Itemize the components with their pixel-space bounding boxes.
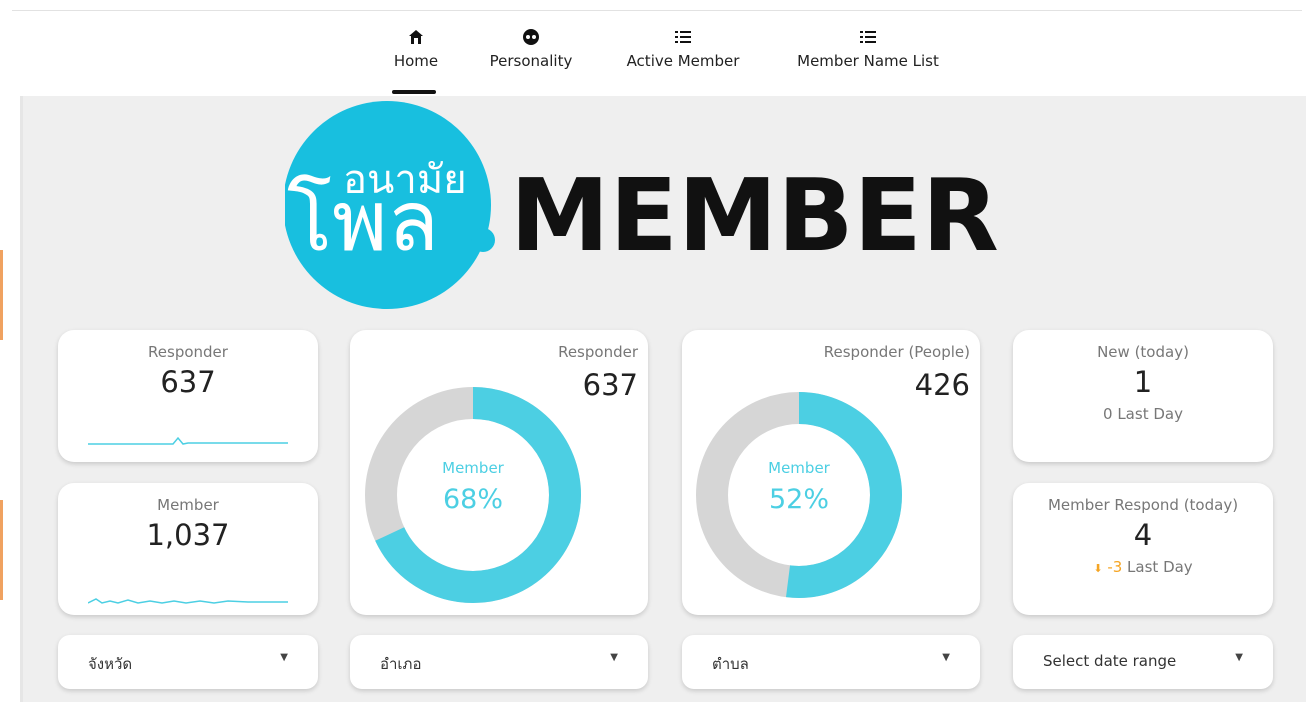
- province-dropdown[interactable]: จังหวัด ▼: [58, 635, 318, 689]
- donut-center-label: Member: [442, 459, 505, 477]
- responder-donut-title: Responder: [558, 343, 638, 361]
- home-icon: [390, 26, 442, 48]
- top-divider: [12, 10, 1302, 11]
- responder-donut-card: Responder 637 Member 68%: [350, 330, 648, 615]
- responder-value: 637: [160, 365, 216, 399]
- responder-people-value: 426: [914, 368, 970, 402]
- face-icon: [482, 26, 580, 48]
- subdistrict-dropdown[interactable]: ตำบล ▼: [682, 635, 980, 689]
- tab-active-member[interactable]: Active Member: [618, 26, 748, 70]
- member-title: Member: [157, 496, 219, 514]
- responder-card: Responder 637: [58, 330, 318, 462]
- date-range-dropdown[interactable]: Select date range ▼: [1013, 635, 1273, 689]
- left-accent-mark: [0, 500, 3, 600]
- member-respond-value: 4: [1133, 518, 1153, 552]
- left-gutter: [0, 96, 20, 702]
- member-card: Member 1,037: [58, 483, 318, 615]
- top-nav: Home Personality Active Member Member Na…: [0, 26, 1306, 96]
- responder-donut-chart: Member 68%: [365, 387, 581, 603]
- new-today-card: New (today) 1 0 Last Day: [1013, 330, 1273, 462]
- left-accent-mark: [0, 250, 3, 340]
- responder-donut-value: 637: [582, 368, 638, 402]
- member-respond-delta: -3: [1107, 558, 1123, 576]
- list-icon: [786, 26, 950, 48]
- tab-member-name-list-label: Member Name List: [797, 52, 939, 70]
- logo-thai-text: โพล: [287, 172, 439, 270]
- member-value: 1,037: [146, 518, 230, 552]
- responder-people-title: Responder (People): [823, 343, 970, 361]
- dropdown-arrow-icon: ▼: [280, 652, 288, 663]
- province-dropdown-value: จังหวัด: [88, 655, 133, 673]
- new-today-value: 1: [1133, 365, 1153, 399]
- responder-sparkline: [88, 436, 288, 445]
- member-sparkline: [88, 598, 288, 604]
- new-today-title: New (today): [1097, 343, 1189, 361]
- tab-personality-label: Personality: [489, 52, 573, 70]
- tab-active-member-label: Active Member: [626, 52, 740, 70]
- member-respond-title: Member Respond (today): [1047, 496, 1239, 514]
- responder-people-donut-chart: Member 52%: [696, 392, 902, 598]
- tab-member-name-list[interactable]: Member Name List: [786, 26, 950, 70]
- dropdown-arrow-icon: ▼: [942, 652, 950, 663]
- district-dropdown-value: อำเภอ: [380, 655, 422, 673]
- tab-home[interactable]: Home: [390, 26, 442, 70]
- dropdown-arrow-icon: ▼: [1235, 652, 1243, 663]
- subdistrict-dropdown-value: ตำบล: [712, 655, 749, 673]
- member-respond-card: Member Respond (today) 4 ⬇ -3 Last Day: [1013, 483, 1273, 615]
- donut-center-value: 52%: [769, 484, 829, 515]
- logo-member-text: MEMBER: [510, 157, 999, 274]
- date-range-dropdown-value: Select date range: [1043, 652, 1177, 670]
- donut-center-label: Member: [768, 459, 831, 477]
- logo: อนามัย โพล MEMBER: [283, 100, 1005, 310]
- tab-personality[interactable]: Personality: [482, 26, 580, 70]
- new-today-sub: 0 Last Day: [1103, 405, 1183, 423]
- active-tab-indicator: [392, 90, 436, 94]
- dropdown-arrow-icon: ▼: [610, 652, 618, 663]
- down-arrow-icon: ⬇: [1093, 562, 1103, 575]
- district-dropdown[interactable]: อำเภอ ▼: [350, 635, 648, 689]
- member-respond-sub: ⬇ -3 Last Day: [1013, 558, 1273, 576]
- responder-people-card: Responder (People) 426 Member 52%: [682, 330, 980, 615]
- tab-home-label: Home: [393, 52, 439, 70]
- donut-center-value: 68%: [443, 484, 503, 515]
- responder-title: Responder: [148, 343, 228, 361]
- list-icon: [618, 26, 748, 48]
- member-respond-delta-suffix: Last Day: [1122, 558, 1193, 576]
